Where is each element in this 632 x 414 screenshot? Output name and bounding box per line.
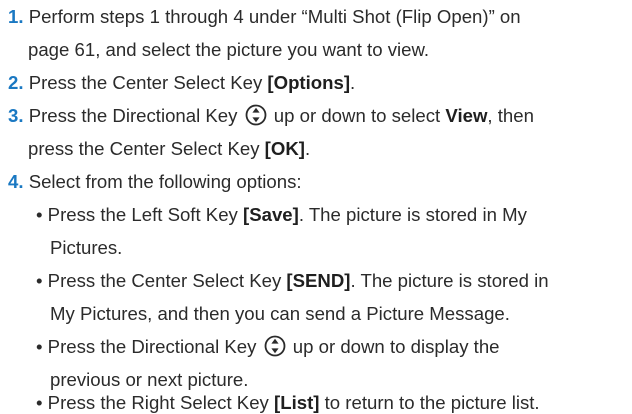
step-number: 2. <box>8 72 24 93</box>
option-send-line-1: • Press the Center Select Key [SEND]. Th… <box>36 264 549 297</box>
option-save-line-1: • Press the Left Soft Key [Save]. The pi… <box>36 198 527 231</box>
key-label: [Save] <box>243 204 299 225</box>
step-text: press the Center Select Key <box>28 138 265 159</box>
step-text: Press the Center Select Key <box>28 72 268 93</box>
key-label: [List] <box>274 392 320 413</box>
bullet-text-end: up or down to display the <box>287 336 500 357</box>
option-navigate-line-1: • Press the Directional Key up or down t… <box>36 330 500 363</box>
step-3-line-1: 3. Press the Directional Key up or down … <box>8 99 534 132</box>
option-list: • Press the Right Select Key [List] to r… <box>36 392 540 414</box>
bullet-text-end: to return to the picture list. <box>319 392 540 413</box>
bullet-text-end: . The picture is stored in <box>350 270 549 291</box>
step-2: 2. Press the Center Select Key [Options]… <box>8 66 355 99</box>
step-text: Press the Directional Key <box>28 105 238 126</box>
step-3-line-2: press the Center Select Key [OK]. <box>28 132 310 165</box>
menu-item-label: View <box>445 105 488 126</box>
step-1-line-1: 1. Perform steps 1 through 4 under “Mult… <box>8 0 521 33</box>
bullet-text-end: . The picture is stored in My <box>298 204 527 225</box>
bullet-text: • Press the Right Select Key <box>36 392 275 413</box>
step-1-line-2: page 61, and select the picture you want… <box>28 39 430 60</box>
key-label: [SEND] <box>286 270 351 291</box>
step-text: Perform steps 1 through 4 under “Multi S… <box>28 6 521 27</box>
step-number: 3. <box>8 105 24 126</box>
step-text: Select from the following options: <box>28 171 302 192</box>
step-number: 1. <box>8 6 24 27</box>
manual-page: 1. Perform steps 1 through 4 under “Mult… <box>0 0 632 413</box>
key-label: [OK] <box>264 138 305 159</box>
bullet-text: • Press the Left Soft Key <box>36 204 244 225</box>
step-text-end: . <box>304 138 311 159</box>
directional-key-icon <box>264 335 286 357</box>
step-text-mid: up or down to select <box>268 105 446 126</box>
step-number: 4. <box>8 171 24 192</box>
option-send-line-2: My Pictures, and then you can send a Pic… <box>50 303 510 324</box>
step-text-end: . <box>350 72 356 93</box>
step-text-end: , then <box>487 105 534 126</box>
option-save-line-2: Pictures. <box>50 237 123 258</box>
bullet-text: • Press the Center Select Key <box>36 270 287 291</box>
key-label: [Options] <box>267 72 351 93</box>
bullet-text: • Press the Directional Key <box>36 336 257 357</box>
directional-key-icon <box>245 104 267 126</box>
step-4: 4. Select from the following options: <box>8 165 302 198</box>
